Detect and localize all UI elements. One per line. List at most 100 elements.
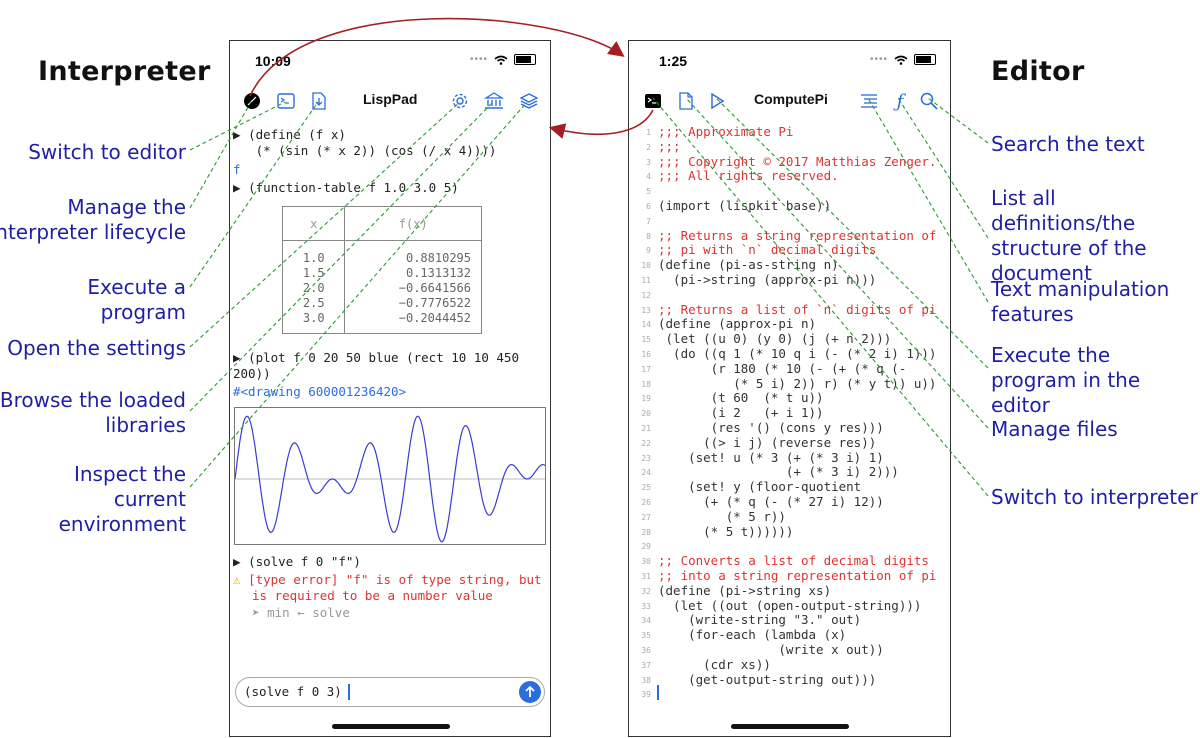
status-icons: •••• [470,54,536,65]
annotation-list-definitions: List all definitions/the structure of th… [991,186,1147,285]
repl-line: (* (sin (* x 2)) (cos (/ x 4)))) [233,143,497,159]
editor-icon[interactable] [275,90,297,112]
repl-line: ▶ (function-table f 1.0 3.0 5) [233,180,459,196]
interpreter-phone: 10:09 •••• LispPad ▶ (define (f x) (* (s… [229,40,551,737]
code-line: ;; Converts a list of decimal digits [658,553,929,569]
editor-phone: 1:25 •••• ComputePi ƒ 1 2 3 4 5 6 7 8 9 10 11 12 13 1… [628,40,951,737]
search-icon[interactable] [918,90,940,112]
repl-input-value[interactable]: (solve f 0 3) [244,684,342,699]
function-icon[interactable]: ƒ [889,90,911,112]
code-line: (+ (* 3 i) 2))) [658,464,899,480]
table-cell: 0.8810295 [344,250,482,265]
home-indicator [332,724,450,729]
wifi-icon [494,55,508,65]
code-line: (let ((out (open-output-string))) [658,597,922,613]
repl-input-field[interactable]: (solve f 0 3) [235,677,545,707]
table-row: 2.0 −0.6641566 [281,280,482,295]
code-line: ;;; All rights reserved. [658,168,839,184]
interpreter-nav-title: LispPad [363,91,418,107]
code-line: (define (pi-as-string n) [658,257,839,273]
annotation-inspect-environment: Inspect the current environment [58,462,186,536]
signal-icon: •••• [469,54,488,65]
code-line: (write x out)) [658,642,884,657]
list-icon[interactable] [858,90,880,112]
battery-icon [914,54,936,65]
table-row: 1.5 0.1313132 [281,265,482,280]
gear-icon[interactable] [449,90,471,112]
file-icon[interactable] [675,90,697,112]
code-line: (set! u (* 3 (+ (* 3 i) 1) [658,449,884,465]
code-line: (import (lispkit base)) [658,198,832,213]
code-line: (t 60 (* t u)) [658,390,824,406]
prompt-arrow: ▶ [233,127,241,142]
interpreter-title: Interpreter [38,56,211,87]
code-line: ;;; [658,138,681,154]
plot-curve-svg [234,415,546,543]
editor-nav-title: ComputePi [754,91,828,107]
repl-input-text: (plot f 0 20 50 blue (rect 10 10 450 [248,350,519,365]
annotation-execute-in-editor: Execute the program in the editor [991,343,1141,417]
code-line: (define (pi->string xs) [658,582,832,598]
plot-drawing [234,407,546,545]
code-line: ;; Returns a list of `n` digits of pi [658,301,937,317]
play-icon[interactable] [706,90,728,112]
table-cell: 2.0 [281,280,346,295]
code-line: (* 5 t)))))) [658,523,794,539]
code-line: (let ((u 0) (y 0) (j (+ n 2))) [658,331,892,347]
code-line: ;;; Copyright © 2017 Matthias Zenger. [658,153,937,169]
error-message-cont: is required to be a number value [252,588,493,603]
table-cell: −0.6641566 [344,280,482,295]
annotation-text-manipulation: Text manipulation features [991,277,1170,326]
code-line: (for-each (lambda (x) [658,627,847,643]
status-icons: •••• [870,54,936,65]
code-line: (do ((q 1 (* 10 q i (- (* 2 i) 1))) [658,346,937,361]
annotation-search-text: Search the text [991,132,1145,156]
status-time: 10:09 [255,53,291,69]
location-icon: ➤ [252,605,260,620]
code-line: (* 5 i) 2)) r) (* y t)) u)) [658,375,937,391]
annotation-execute-program: Execute a program [87,275,186,324]
table-row: 1.0 0.8810295 [281,250,482,265]
library-icon[interactable] [483,90,505,112]
terminal-icon[interactable] [642,90,664,112]
error-message: ⚠ [type error] "f" is of type string, bu… [233,572,542,588]
warning-icon: ⚠ [233,572,241,587]
editor-title: Editor [991,56,1085,87]
annotation-switch-to-interpreter: Switch to interpreter [991,485,1198,509]
repl-input-text: (* (sin (* x 2)) (cos (/ x 4)))) [233,143,497,158]
drawing-output: #<drawing 600001236420> [233,384,407,399]
code-line: (write-string "3." out) [658,612,862,628]
code-area[interactable]: ;;; Approximate Pi;;;;;; Copyright © 201… [629,121,950,736]
code-line: ((> i j) (reverse res)) [658,434,877,450]
layers-icon[interactable] [518,90,540,112]
annotation-switch-to-editor: Switch to editor [28,140,186,164]
table-cell: 2.5 [281,295,346,310]
annotation-manage-lifecycle: Manage the interpreter lifecycle [0,195,186,244]
repl-input-text: 200)) [233,366,271,381]
table-cell: 1.0 [281,250,346,265]
code-line: (res '() (cons y res))) [658,420,884,435]
text-cursor [348,684,350,700]
editor-navbar: ComputePi ƒ [629,86,950,116]
table-header-x: x [281,206,346,241]
send-button[interactable] [519,681,541,703]
record-icon[interactable] [241,90,263,112]
code-line: (get-output-string out))) [658,671,877,687]
code-line: (i 2 (+ i 1)) [658,405,824,421]
table-cell: −0.2044452 [344,310,482,325]
table-cell: 3.0 [281,310,346,325]
interpreter-navbar: LispPad [230,86,550,116]
table-cell: 1.5 [281,265,346,280]
load-icon[interactable] [308,90,330,112]
table-row: 3.0 −0.2044452 [281,310,482,325]
arrow-up-icon [525,685,535,697]
repl-line: ▶ (plot f 0 20 50 blue (rect 10 10 450 [233,350,519,365]
repl-line: ▶ (define (f x) [233,127,346,143]
repl-input-text: (define (f x) [248,127,346,142]
wifi-icon [894,55,908,65]
stack-trace-text: min ← solve [267,605,350,620]
function-table: x f(x) 1.0 0.8810295 1.5 0.1313132 2.0 −0.6… [281,206,482,334]
repl-output: f [233,162,241,177]
code-line: (r 180 (* 10 (- (+ (* q (- [658,360,907,376]
stack-trace: ➤ min ← solve [252,605,350,621]
